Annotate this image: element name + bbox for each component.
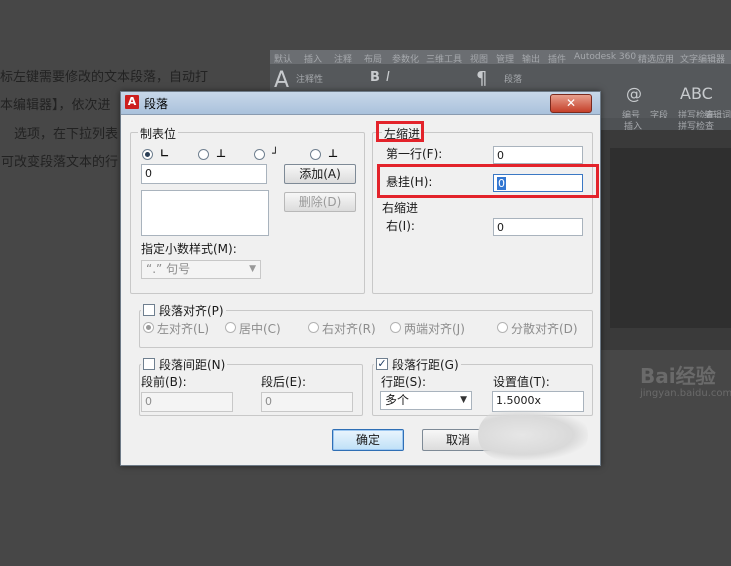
before-input[interactable]: 0: [141, 392, 233, 412]
line-spacing-label: 行距(S):: [381, 375, 427, 389]
tab-decimal-radio[interactable]: [310, 149, 321, 160]
delete-tab-button[interactable]: 删除(D): [284, 192, 356, 212]
ribbon-tab: Autodesk 360: [574, 52, 637, 62]
highlight-box-hanging: [377, 164, 599, 198]
alignment-checkbox[interactable]: [143, 304, 155, 316]
align-distribute-radio[interactable]: [497, 322, 508, 333]
close-icon: ✕: [565, 96, 577, 110]
align-left-radio[interactable]: [143, 322, 154, 333]
spell-check-icon: ABC: [680, 84, 713, 103]
tabs-group-title: 制表位: [138, 125, 179, 142]
add-tab-button[interactable]: 添加(A): [284, 164, 356, 184]
chevron-down-icon: ▼: [249, 264, 256, 274]
line-spacing-value: 多个: [385, 393, 410, 407]
tab-right-icon: ┘: [272, 147, 279, 160]
right-indent-input[interactable]: 0: [493, 218, 583, 236]
setting-value-input[interactable]: 1.5000x: [492, 391, 584, 412]
tab-left-icon: ∟: [160, 147, 170, 160]
align-right-label: 右对齐(R): [322, 322, 376, 336]
decimal-style-label: 指定小数样式(M):: [141, 242, 237, 256]
paragraph-icon: ¶: [476, 68, 488, 89]
ok-button[interactable]: 确定: [332, 429, 404, 451]
text-style-icon: A: [274, 68, 290, 93]
right-label: 右(I):: [386, 219, 415, 233]
spacing-checkbox[interactable]: [143, 358, 155, 370]
line-spacing-select[interactable]: 多个 ▼: [380, 391, 472, 410]
symbol-icon: @: [626, 84, 642, 103]
align-left-label: 左对齐(L): [157, 322, 210, 336]
align-center-radio[interactable]: [225, 322, 236, 333]
ribbon-label: 注释性: [296, 75, 324, 85]
after-input[interactable]: 0: [261, 392, 353, 412]
right-indent-title: 右缩进: [382, 201, 419, 215]
blur-overlay: [478, 410, 588, 460]
page-text-line: 标左键需要修改的文本段落，自动打: [0, 70, 209, 85]
dialog-title: 段落: [144, 97, 169, 111]
tab-position-input[interactable]: 0: [141, 164, 267, 184]
baidu-watermark-url: jingyan.baidu.com: [640, 388, 731, 399]
tab-center-radio[interactable]: [198, 149, 209, 160]
highlight-box-left-indent: [376, 121, 424, 142]
tab-left-radio[interactable]: [142, 149, 153, 160]
align-justify-radio[interactable]: [390, 322, 401, 333]
tab-stop-list[interactable]: [141, 190, 269, 236]
ribbon-label: 段落: [504, 75, 523, 85]
setting-value-label: 设置值(T):: [493, 375, 550, 389]
italic-icon: I: [386, 70, 390, 85]
tab-right-radio[interactable]: [254, 149, 265, 160]
first-line-input[interactable]: 0: [493, 146, 583, 164]
first-line-label: 第一行(F):: [386, 147, 443, 161]
tab-decimal-icon: ⊥: [328, 147, 339, 160]
baidu-watermark: Bai经验: [640, 364, 716, 388]
align-justify-label: 两端对齐(J): [404, 322, 465, 336]
line-spacing-checkbox[interactable]: ✓: [376, 358, 388, 370]
close-button[interactable]: ✕: [550, 94, 592, 113]
page-text-line: 选项，在下拉列表: [13, 127, 118, 142]
decimal-style-select[interactable]: “.” 句号 ▼: [141, 260, 261, 279]
bold-icon: B: [370, 70, 380, 85]
align-center-label: 居中(C): [239, 322, 281, 336]
align-right-radio[interactable]: [308, 322, 319, 333]
editor-canvas: [610, 148, 731, 328]
align-distribute-label: 分散对齐(D): [511, 322, 578, 336]
dialog-titlebar[interactable]: A 段落 ✕: [121, 92, 600, 115]
autocad-icon: A: [125, 95, 139, 109]
decimal-style-value: “.” 句号: [146, 262, 191, 276]
ribbon-tab-strip: 默认 插入 注释 布局 参数化 三维工具 视图 管理 输出 插件 Autodes…: [270, 50, 731, 65]
before-label: 段前(B):: [141, 375, 187, 389]
tab-center-icon: ⊥: [216, 147, 227, 160]
page-text-line: 本编辑器】，依次进: [0, 98, 111, 113]
chevron-down-icon: ▼: [460, 395, 467, 405]
after-label: 段后(E):: [261, 375, 306, 389]
page-text-line: 可改变段落文本的行: [0, 155, 118, 170]
